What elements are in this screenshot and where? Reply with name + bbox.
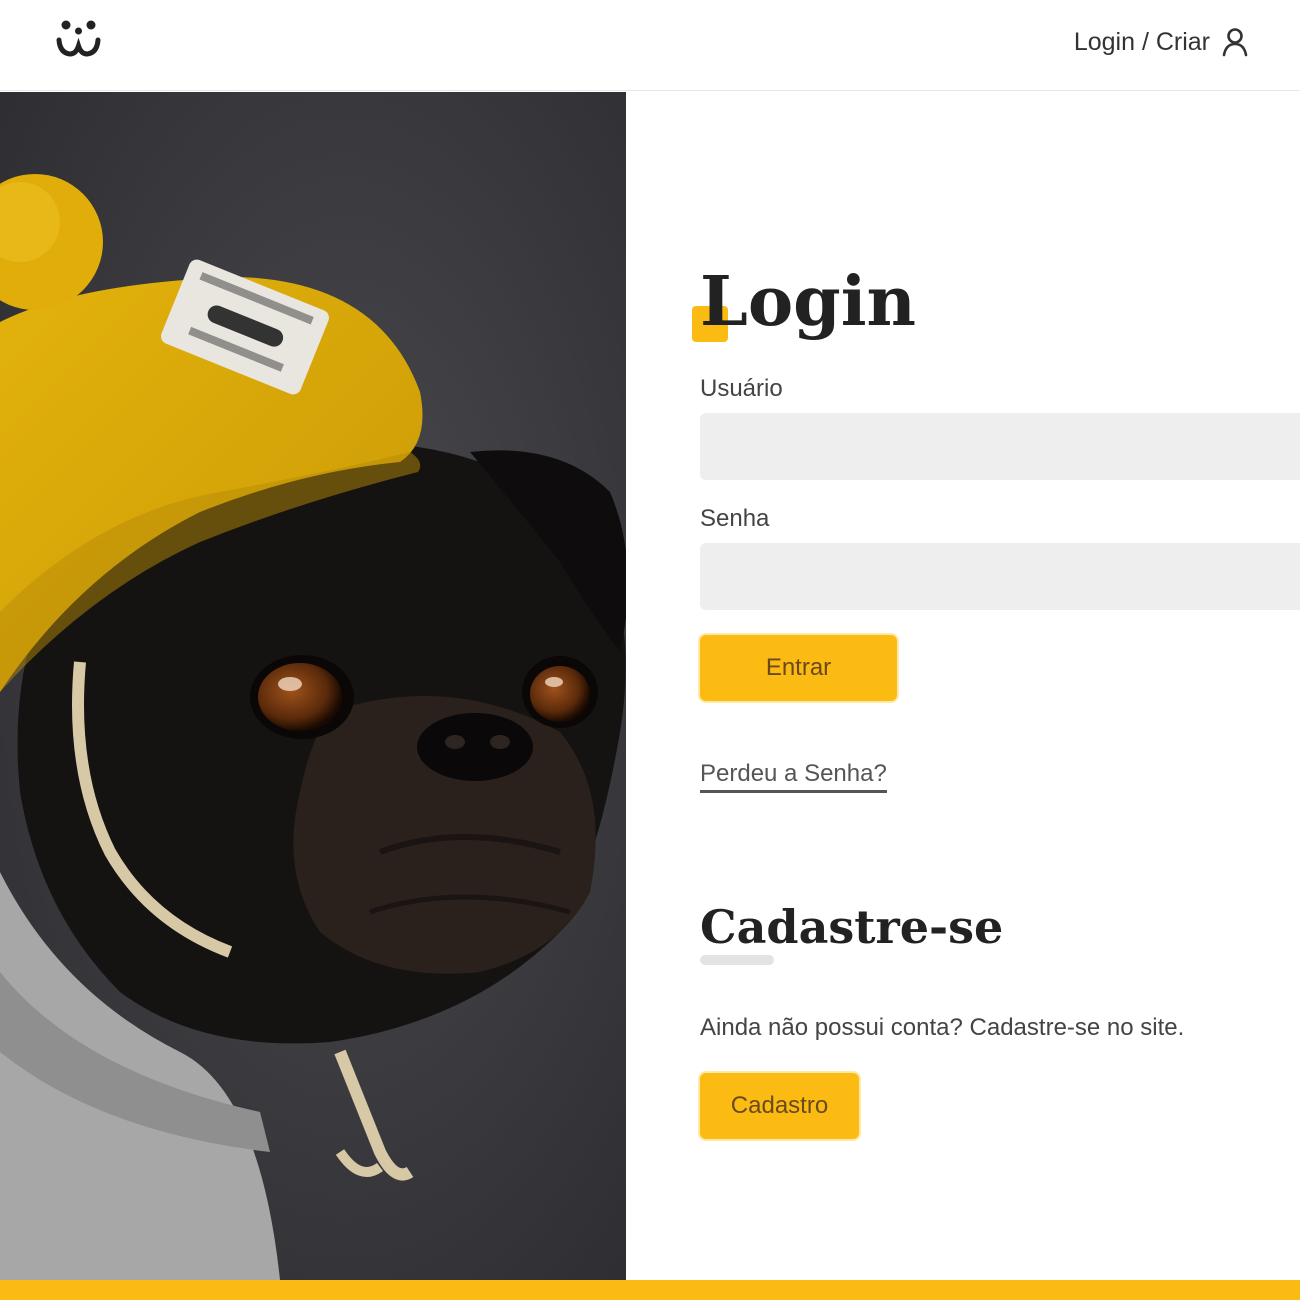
password-label: Senha: [700, 505, 770, 532]
signup-text: Ainda não possui conta? Cadastre-se no s…: [700, 1014, 1185, 1041]
login-title: Login: [700, 262, 916, 342]
dog-face-logo-icon[interactable]: [54, 18, 104, 60]
login-create-label: Login / Criar: [1073, 27, 1210, 56]
site-header: Login / Criar: [0, 0, 1300, 91]
username-label: Usuário: [700, 375, 783, 402]
password-input[interactable]: [700, 543, 1300, 610]
signup-title: Cadastre-se: [700, 900, 1004, 954]
signup-title-underline: [700, 955, 774, 965]
username-input[interactable]: [700, 413, 1300, 480]
login-submit-button[interactable]: Entrar: [700, 635, 897, 701]
user-icon: [1222, 27, 1248, 57]
login-panel: Login Usuário Senha Entrar Perdeu a Senh…: [626, 92, 1300, 1280]
hero-photo: [0, 92, 626, 1280]
lost-password-link[interactable]: Perdeu a Senha?: [700, 760, 887, 793]
login-create-link[interactable]: Login / Criar: [1074, 26, 1248, 58]
signup-button[interactable]: Cadastro: [700, 1073, 859, 1139]
footer-accent-bar: [0, 1280, 1300, 1300]
